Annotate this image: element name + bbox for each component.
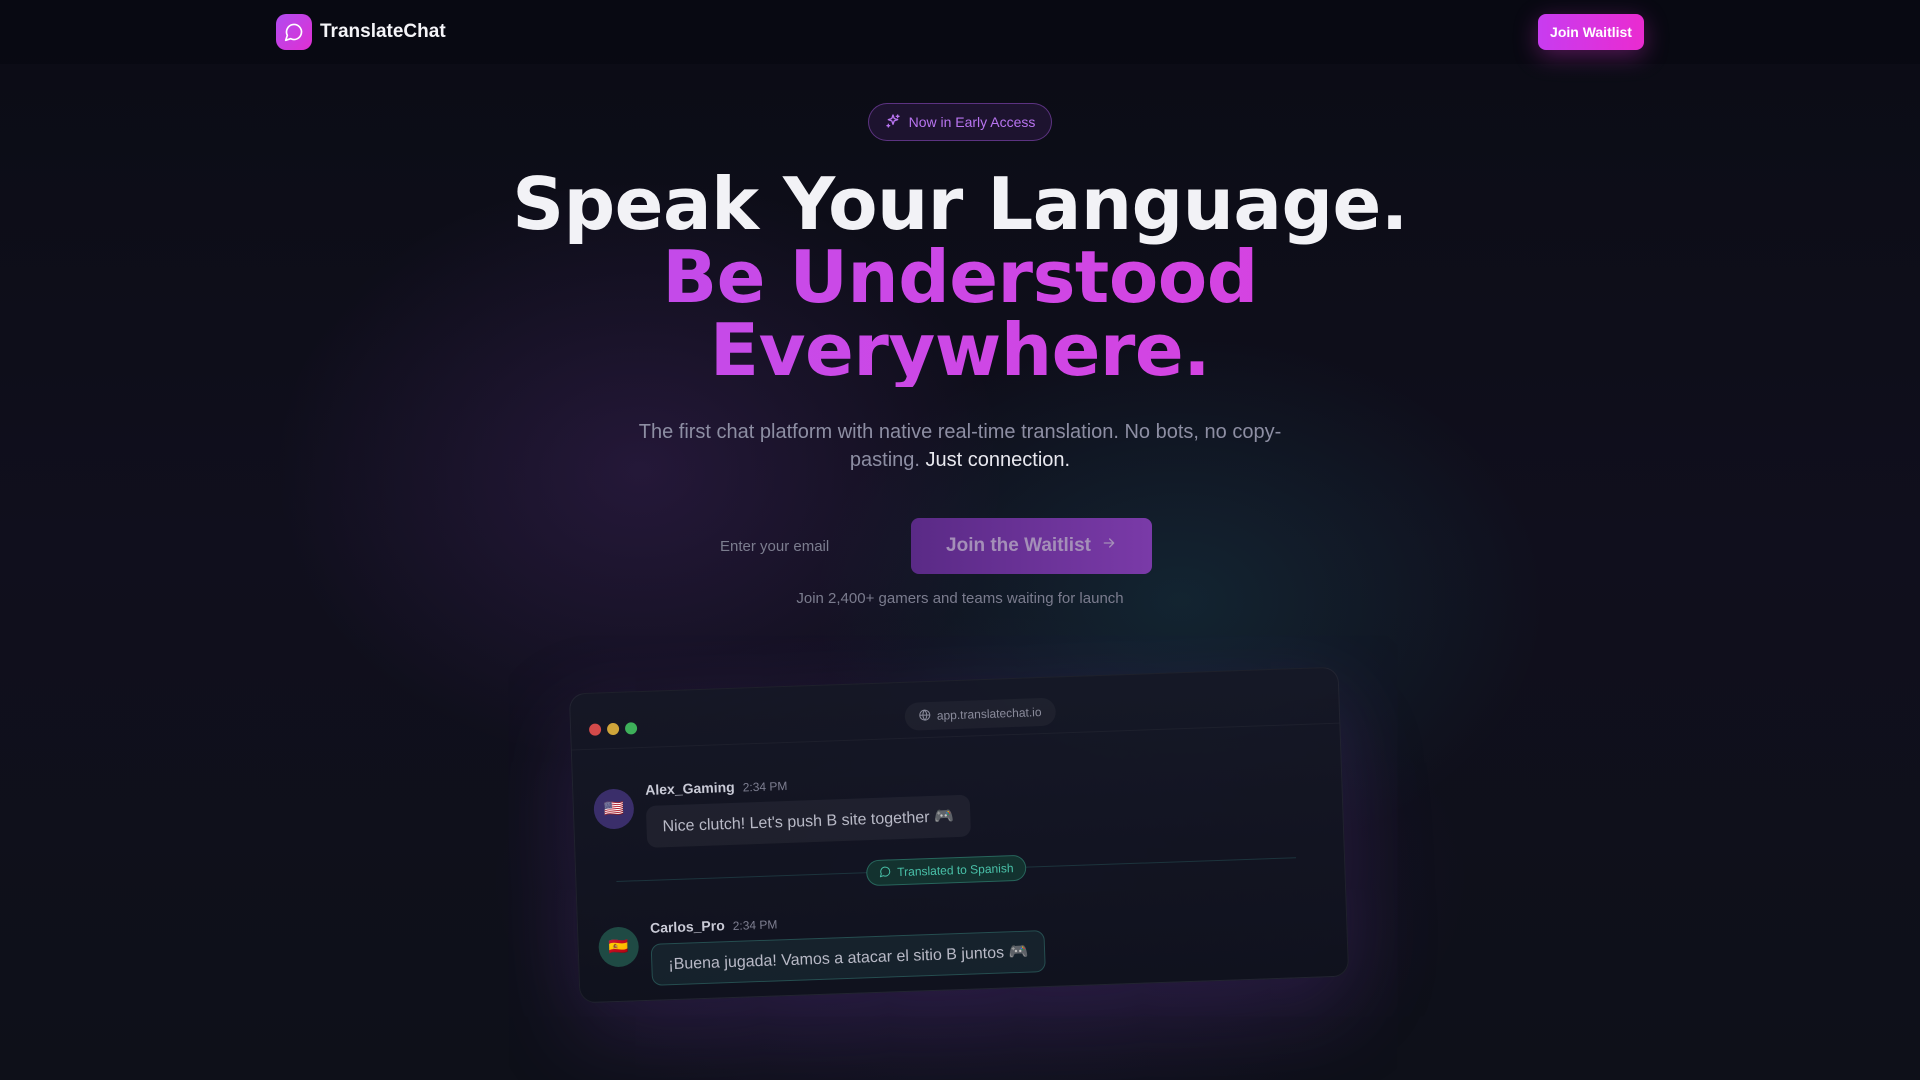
top-nav: TranslateChat Join Waitlist bbox=[0, 0, 1920, 64]
close-dot bbox=[588, 723, 602, 736]
join-the-waitlist-button[interactable]: Join the Waitlist bbox=[911, 518, 1152, 574]
early-access-badge: Now in Early Access bbox=[868, 103, 1052, 141]
chat-bubble-icon bbox=[276, 14, 312, 50]
timestamp: 2:34 PM bbox=[732, 917, 778, 933]
window-titlebar: app.translatechat.io bbox=[569, 667, 1340, 751]
maximize-dot bbox=[624, 722, 638, 735]
join-button-label: Join the Waitlist bbox=[946, 535, 1091, 556]
username: Alex_Gaming bbox=[644, 778, 735, 798]
join-waitlist-button[interactable]: Join Waitlist bbox=[1538, 14, 1644, 50]
globe-icon bbox=[919, 708, 932, 723]
timestamp: 2:34 PM bbox=[742, 778, 788, 795]
minimize-dot bbox=[606, 722, 620, 736]
brand-name: TranslateChat bbox=[320, 21, 446, 42]
badge-label: Now in Early Access bbox=[908, 114, 1036, 130]
chat-bubble-icon bbox=[879, 865, 892, 880]
username: Carlos_Pro bbox=[649, 917, 725, 936]
sparkles-icon bbox=[885, 113, 901, 132]
avatar: 🇪🇸 bbox=[598, 926, 640, 968]
headline-line-2: Be Understood bbox=[0, 241, 1920, 314]
hero-headline: Speak Your Language. Be Understood Every… bbox=[0, 168, 1920, 387]
headline-line-3: Everywhere. bbox=[0, 314, 1920, 387]
chat-preview-window: app.translatechat.io 🇺🇸 Alex_Gaming 2:34… bbox=[568, 666, 1350, 1004]
email-input[interactable] bbox=[704, 518, 904, 574]
subtitle-emphasis: Just connection. bbox=[925, 449, 1071, 471]
message-bubble: ¡Buena jugada! Vamos a atacar el sitio B… bbox=[650, 930, 1047, 986]
waitlist-note: Join 2,400+ gamers and teams waiting for… bbox=[796, 590, 1124, 607]
message-bubble: Nice clutch! Let's push B site together … bbox=[645, 794, 971, 848]
brand[interactable]: TranslateChat bbox=[276, 14, 446, 50]
headline-line-1: Speak Your Language. bbox=[512, 162, 1408, 246]
url-pill: app.translatechat.io bbox=[904, 697, 1056, 731]
url-text: app.translatechat.io bbox=[936, 705, 1042, 723]
hero-subtitle: The first chat platform with native real… bbox=[630, 418, 1290, 474]
avatar: 🇺🇸 bbox=[593, 788, 635, 830]
arrow-right-icon bbox=[1101, 535, 1117, 557]
translated-label: Translated to Spanish bbox=[897, 861, 1014, 880]
translated-pill: Translated to Spanish bbox=[865, 854, 1027, 887]
